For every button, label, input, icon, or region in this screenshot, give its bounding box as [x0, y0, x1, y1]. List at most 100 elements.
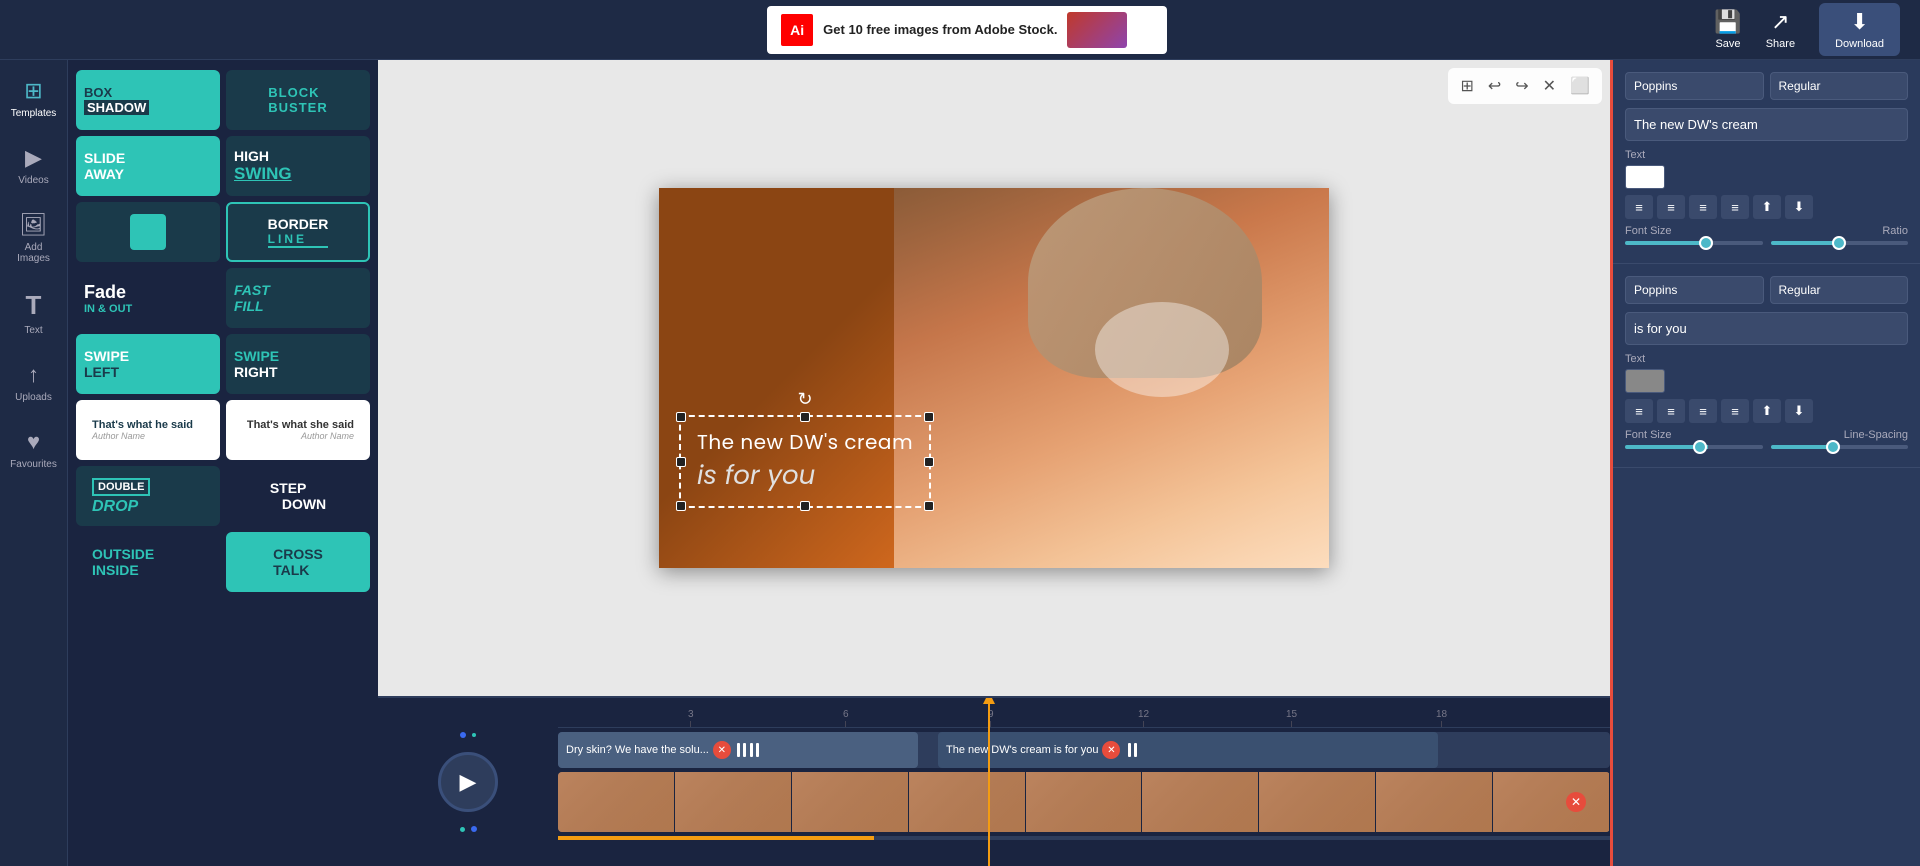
align-justify-btn-1[interactable]: ≡: [1721, 195, 1749, 219]
handle-bottom-center[interactable]: [800, 501, 810, 511]
handle-middle-right[interactable]: [924, 457, 934, 467]
align-left-btn-2[interactable]: ≡: [1625, 399, 1653, 423]
template-high-swing[interactable]: HIGH SWING: [226, 136, 370, 196]
template-swipe-left-line2: LEFT: [84, 364, 129, 380]
audio-segment-2-close[interactable]: ✕: [1102, 741, 1120, 759]
template-cross-talk[interactable]: CROSS TALK: [226, 532, 370, 592]
font-select-row-2: Poppins Regular: [1625, 276, 1908, 304]
template-fade-line2: IN & OUT: [84, 303, 132, 315]
sidebar-item-text[interactable]: T Text: [4, 282, 64, 344]
handle-bottom-right[interactable]: [924, 501, 934, 511]
audio-segment-1-close[interactable]: ✕: [713, 741, 731, 759]
download-icon: ⬇: [1850, 9, 1868, 35]
pause-icons-1b: [750, 743, 759, 757]
handle-top-center[interactable]: [800, 412, 810, 422]
template-block-buster[interactable]: BLOCK BUSTER: [226, 70, 370, 130]
font-weight-select-1[interactable]: Regular: [1770, 72, 1909, 100]
sidebar-item-uploads[interactable]: ↑ Uploads: [4, 354, 64, 411]
sidebar-item-add-images[interactable]: 🖼 Add Images: [4, 204, 64, 272]
main-area: ⊞ Templates ▶ Videos 🖼 Add Images T Text…: [0, 60, 1920, 866]
handle-top-left[interactable]: [676, 412, 686, 422]
save-button[interactable]: 💾 Save: [1714, 9, 1741, 50]
video-thumb-4: [909, 772, 1026, 832]
redo-button[interactable]: ↪: [1511, 72, 1532, 100]
video-strip-close[interactable]: ✕: [1566, 792, 1586, 812]
top-bar-actions: 💾 Save ↗ Share ⬇ Download: [1714, 3, 1900, 56]
align-justify-btn-2[interactable]: ≡: [1721, 399, 1749, 423]
rotate-handle[interactable]: ↻: [797, 389, 812, 410]
template-fade-in-out[interactable]: Fade IN & OUT: [76, 268, 220, 328]
share-button[interactable]: ↗ Share: [1766, 9, 1795, 50]
handle-middle-left[interactable]: [676, 457, 686, 467]
progress-fill: [558, 836, 874, 840]
align-center-btn-1[interactable]: ≡: [1657, 195, 1685, 219]
audio-segment-2[interactable]: The new DW's cream is for you ✕: [938, 732, 1438, 768]
template-swipe-right[interactable]: SWIPE RIGHT: [226, 334, 370, 394]
template-border-line-line1: BORDER: [268, 216, 329, 232]
grid-view-button[interactable]: ⊞: [1456, 72, 1477, 100]
template-square[interactable]: [76, 202, 220, 262]
template-fast-fill-line1: FAST: [234, 282, 270, 298]
video-thumb-3: [792, 772, 909, 832]
sidebar-item-favourites-label: Favourites: [10, 459, 57, 470]
template-high-swing-line1: HIGH: [234, 148, 292, 164]
undo-button[interactable]: ↩: [1484, 72, 1505, 100]
template-box-shadow[interactable]: BOX SHADOW: [76, 70, 220, 130]
font-size-slider-1[interactable]: [1625, 241, 1763, 245]
expand-canvas-button[interactable]: ⬜: [1566, 72, 1594, 100]
handle-top-right[interactable]: [924, 412, 934, 422]
play-button[interactable]: ▶: [438, 752, 498, 812]
download-button[interactable]: ⬇ Download: [1819, 3, 1900, 56]
text-input-1[interactable]: [1625, 108, 1908, 141]
color-swatch-2[interactable]: [1625, 369, 1665, 393]
video-thumb-7: [1259, 772, 1376, 832]
dot-icon: [472, 733, 476, 737]
text-input-2[interactable]: [1625, 312, 1908, 345]
audio-segment-1[interactable]: Dry skin? We have the solu... ✕: [558, 732, 918, 768]
template-outside-inside[interactable]: OUTSIDE INSIDE: [76, 532, 220, 592]
align-top-btn-2[interactable]: ⬆: [1753, 399, 1781, 423]
slider-row-font-size-2: Font Size Line-Spacing: [1625, 429, 1908, 449]
align-right-btn-1[interactable]: ≡: [1689, 195, 1717, 219]
sidebar-item-videos[interactable]: ▶ Videos: [4, 137, 64, 194]
ratio-slider-1[interactable]: [1771, 241, 1909, 245]
align-bottom-btn-1[interactable]: ⬇: [1785, 195, 1813, 219]
template-double-drop[interactable]: DOUBLE DROP: [76, 466, 220, 526]
line-spacing-slider-2[interactable]: [1771, 445, 1909, 449]
sliders-row-2: [1625, 445, 1908, 449]
save-icon: 💾: [1714, 9, 1741, 35]
font-family-select-2[interactable]: Poppins: [1625, 276, 1764, 304]
ad-banner-container: Ai Get 10 free images from Adobe Stock.: [220, 6, 1714, 54]
playhead[interactable]: [988, 698, 990, 866]
align-top-btn-1[interactable]: ⬆: [1753, 195, 1781, 219]
sidebar-item-add-images-label: Add Images: [8, 242, 60, 264]
align-center-btn-2[interactable]: ≡: [1657, 399, 1685, 423]
template-thats-what[interactable]: That's what he said Author Name: [76, 400, 220, 460]
videos-icon: ▶: [25, 145, 42, 171]
align-left-btn-1[interactable]: ≡: [1625, 195, 1653, 219]
template-swipe-left[interactable]: SWIPE LEFT: [76, 334, 220, 394]
handle-bottom-left[interactable]: [676, 501, 686, 511]
template-step-down[interactable]: STEP DOWN: [226, 466, 370, 526]
template-cross-talk-line1: CROSS: [273, 546, 323, 562]
template-thats-she[interactable]: That's what she said Author Name: [226, 400, 370, 460]
font-size-slider-2[interactable]: [1625, 445, 1763, 449]
sidebar-item-templates[interactable]: ⊞ Templates: [4, 70, 64, 127]
template-thats-she-line2: Author Name: [242, 431, 354, 441]
sidebar-item-favourites[interactable]: ♥ Favourites: [4, 421, 64, 478]
align-row-2: ≡ ≡ ≡ ≡ ⬆ ⬇: [1625, 399, 1908, 423]
template-thats-she-line1: That's what she said: [242, 419, 354, 431]
close-canvas-button[interactable]: ✕: [1539, 72, 1560, 100]
template-border-line[interactable]: BORDER LINE: [226, 202, 370, 262]
font-weight-select-2[interactable]: Regular: [1770, 276, 1909, 304]
template-slide-away[interactable]: SLIDE AWAY: [76, 136, 220, 196]
text-overlay-box[interactable]: ↻ The new DW's cream is for you: [679, 415, 931, 508]
font-family-select-1[interactable]: Poppins: [1625, 72, 1764, 100]
color-swatch-1[interactable]: [1625, 165, 1665, 189]
align-right-btn-2[interactable]: ≡: [1689, 399, 1717, 423]
template-fast-fill[interactable]: FAST FILL: [226, 268, 370, 328]
ad-banner[interactable]: Ai Get 10 free images from Adobe Stock.: [767, 6, 1167, 54]
align-bottom-btn-2[interactable]: ⬇: [1785, 399, 1813, 423]
diamond-icon2: [469, 825, 477, 833]
dot-icon2: [460, 827, 465, 832]
